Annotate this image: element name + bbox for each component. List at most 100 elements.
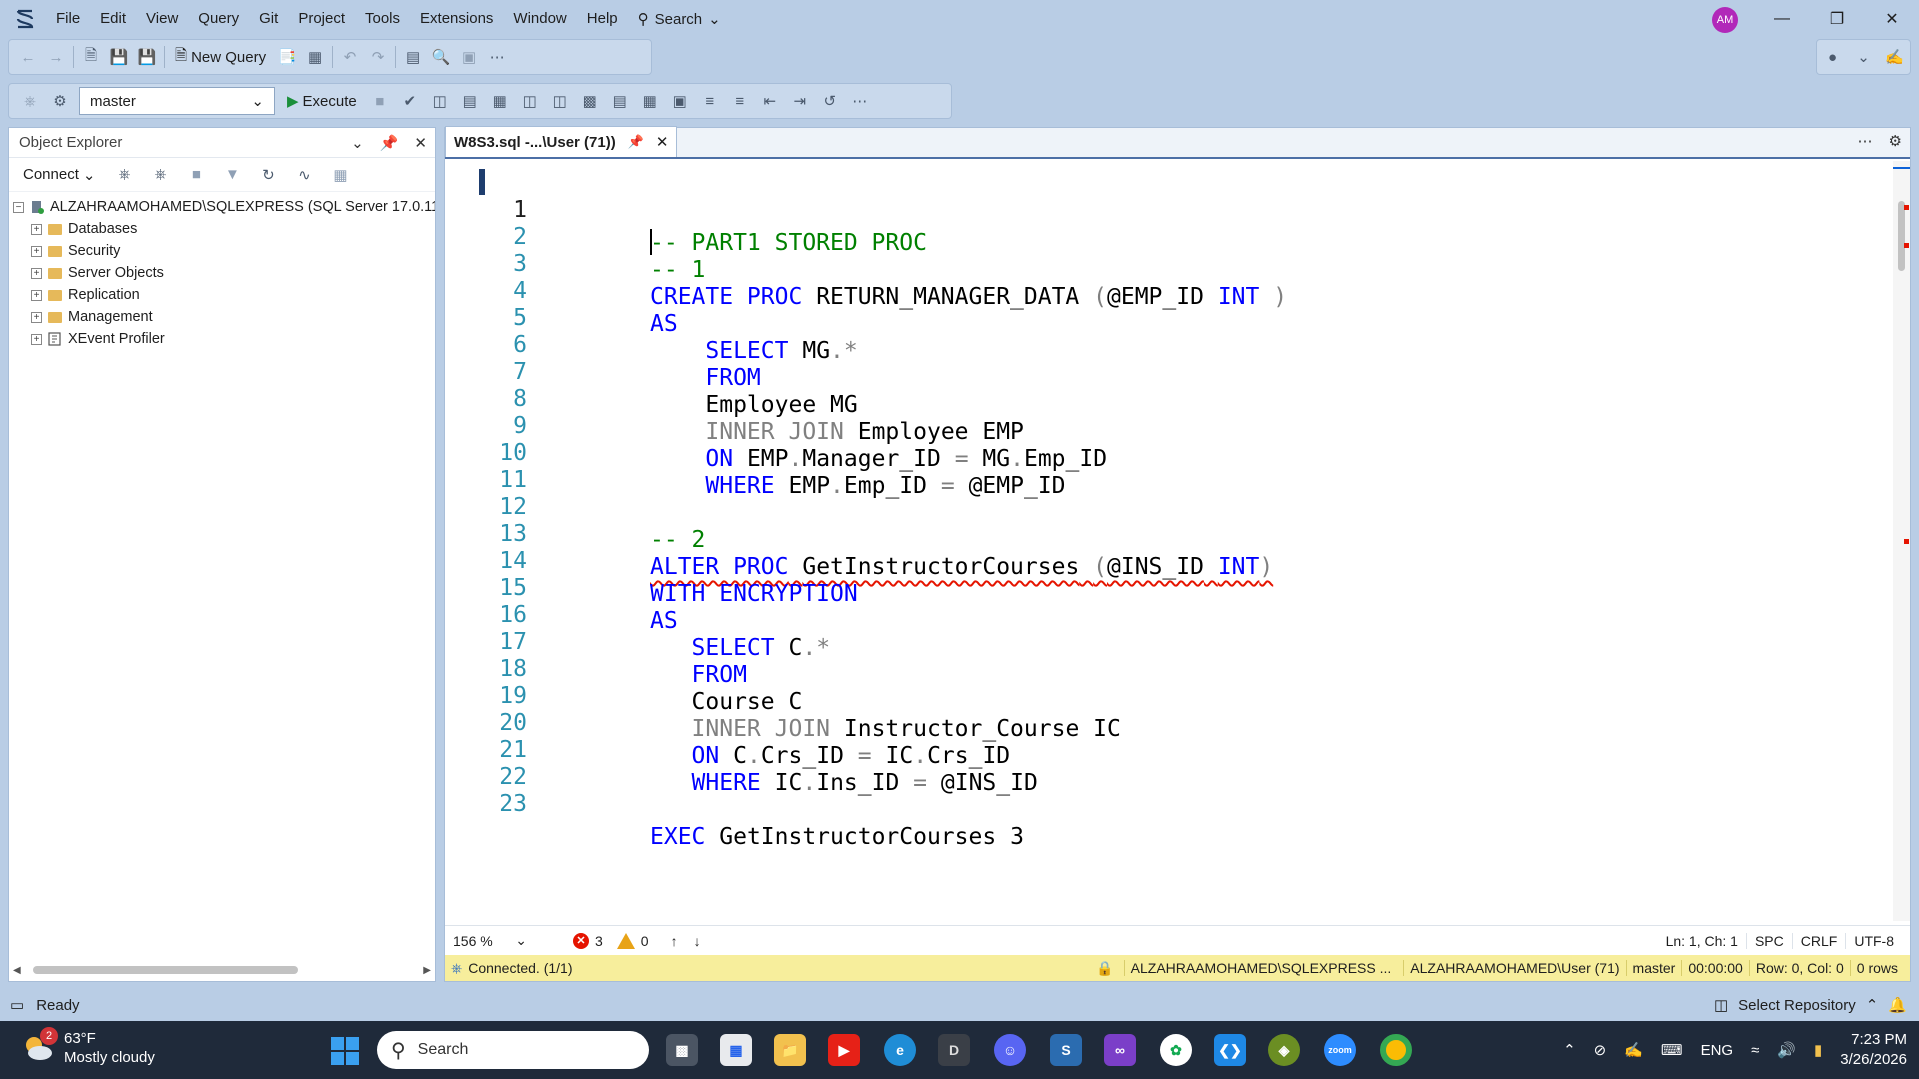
expand-icon[interactable]: + <box>31 245 42 257</box>
discord-icon[interactable]: ☺ <box>994 1034 1026 1066</box>
save-icon[interactable]: 💾 <box>108 46 130 68</box>
filter-icon[interactable]: ▼ <box>221 164 243 186</box>
dev-app-icon[interactable]: D <box>938 1034 970 1066</box>
analysis-icon[interactable]: ▦ <box>304 46 326 68</box>
file-explorer-icon[interactable]: 📁 <box>774 1034 806 1066</box>
vscode-icon[interactable]: ❮❯ <box>1214 1034 1246 1066</box>
vertical-scrollbar[interactable] <box>1893 161 1910 921</box>
undo-icon[interactable]: ↶ <box>339 46 361 68</box>
menu-project[interactable]: Project <box>288 0 355 38</box>
close-icon[interactable]: ✕ <box>414 134 427 152</box>
chevron-down-icon[interactable]: ⌄ <box>1853 46 1875 68</box>
close-icon[interactable]: ✕ <box>656 133 669 151</box>
ssms-app-icon[interactable]: S <box>1050 1034 1082 1066</box>
menu-file[interactable]: File <box>46 0 90 38</box>
output-icon[interactable]: ▣ <box>458 46 480 68</box>
clock[interactable]: 7:23 PM 3/26/2026 <box>1840 1030 1907 1070</box>
stop-icon[interactable]: ■ <box>185 164 207 186</box>
more-options-icon[interactable]: ⋯ <box>849 90 871 112</box>
tree-node-xevent-profiler[interactable]: + XEvent Profiler <box>9 328 435 350</box>
task-view-icon[interactable]: ▩ <box>666 1034 698 1066</box>
stop-icon[interactable]: ■ <box>369 90 391 112</box>
query-options-icon[interactable]: ▤ <box>459 90 481 112</box>
tree-server-node[interactable]: − ALZAHRAAMOHAMED\SQLEXPRESS (SQL Server… <box>9 196 435 218</box>
scrollbar-thumb[interactable] <box>1898 201 1905 271</box>
zoom-select[interactable]: 156 % ⌄ <box>453 932 533 949</box>
menu-tools[interactable]: Tools <box>355 0 410 38</box>
tree-node-management[interactable]: + Management <box>9 306 435 328</box>
summary-icon[interactable]: ▦ <box>329 164 351 186</box>
taskbar-search[interactable]: ⚲ Search <box>377 1031 649 1069</box>
results-text-icon[interactable]: ▤ <box>609 90 631 112</box>
warning-count[interactable]: 0 <box>616 932 649 949</box>
tree-node-security[interactable]: + Security <box>9 240 435 262</box>
arrow-down-icon[interactable]: ↓ <box>694 933 701 949</box>
forward-icon[interactable]: → <box>45 46 67 68</box>
redo-icon[interactable]: ↷ <box>367 46 389 68</box>
expand-icon[interactable]: + <box>31 289 42 301</box>
tree-node-server-objects[interactable]: + Server Objects <box>9 262 435 284</box>
comment-icon[interactable]: ≡ <box>699 90 721 112</box>
estimated-plan-icon[interactable]: ◫ <box>429 90 451 112</box>
edge-icon[interactable]: e <box>884 1034 916 1066</box>
tab-query-file[interactable]: W8S3.sql -...\User (71)) 📌 ✕ <box>445 126 678 157</box>
menu-view[interactable]: View <box>136 0 188 38</box>
battery-icon[interactable]: ▮ <box>1814 1041 1822 1059</box>
database-select[interactable]: master ⌄ <box>79 87 275 115</box>
error-marker[interactable] <box>1904 539 1909 544</box>
increase-indent-icon[interactable]: ⇥ <box>789 90 811 112</box>
close-window-button[interactable]: ✕ <box>1865 0 1919 38</box>
more-options-icon[interactable]: ⋯ <box>486 46 508 68</box>
expand-icon[interactable]: + <box>31 311 42 323</box>
zoom-icon[interactable]: zoom <box>1324 1034 1356 1066</box>
chevron-up-icon[interactable]: ⌃ <box>1866 996 1879 1014</box>
menu-git[interactable]: Git <box>249 0 288 38</box>
store-icon[interactable]: ▦ <box>720 1034 752 1066</box>
chevron-down-icon[interactable]: ⌄ <box>351 134 364 152</box>
change-connection-icon[interactable]: ⚙ <box>49 90 71 112</box>
whitespace-mode[interactable]: SPC <box>1745 932 1792 949</box>
pen-icon[interactable]: ✍ <box>1624 1041 1643 1059</box>
menu-edit[interactable]: Edit <box>90 0 136 38</box>
error-marker[interactable] <box>1904 205 1909 210</box>
minimize-button[interactable]: — <box>1755 0 1809 38</box>
language-indicator[interactable]: ENG <box>1701 1042 1734 1059</box>
expand-icon[interactable]: + <box>31 267 42 279</box>
refresh-icon[interactable]: ↻ <box>257 164 279 186</box>
menu-extensions[interactable]: Extensions <box>410 0 503 38</box>
mongodb-icon[interactable]: ✿ <box>1160 1034 1192 1066</box>
pin-icon[interactable]: 📌 <box>380 134 399 152</box>
cursor-position[interactable]: Ln: 1, Ch: 1 <box>1658 933 1746 949</box>
arrow-up-icon[interactable]: ↑ <box>671 933 678 949</box>
chevron-up-icon[interactable]: ⌃ <box>1563 1041 1576 1059</box>
specify-values-icon[interactable]: ↺ <box>819 90 841 112</box>
intellisense-icon[interactable]: ▦ <box>489 90 511 112</box>
notification-bell-icon[interactable]: 🔔 <box>1888 996 1907 1014</box>
new-file-icon[interactable]: 🗎 <box>80 46 102 68</box>
scroll-right-icon[interactable]: ▶ <box>423 965 431 976</box>
horizontal-scrollbar[interactable]: ◀ ▶ <box>13 963 433 977</box>
new-query-button[interactable]: 🗎 New Query <box>171 45 270 70</box>
plug-icon[interactable]: ⎈ <box>113 164 135 186</box>
client-stats-icon[interactable]: ▩ <box>579 90 601 112</box>
back-icon[interactable]: ← <box>17 46 39 68</box>
copilot-icon[interactable]: ● <box>1822 46 1844 68</box>
pin-icon[interactable]: 📌 <box>628 134 644 150</box>
menu-search[interactable]: ⚲ Search ⌄ <box>628 10 731 29</box>
avatar[interactable]: AM <box>1712 7 1738 33</box>
share-icon[interactable]: ✍ <box>1884 46 1906 68</box>
menu-query[interactable]: Query <box>188 0 249 38</box>
expand-icon[interactable]: + <box>31 333 42 345</box>
more-options-icon[interactable]: ⋯ <box>1858 132 1873 150</box>
query-icon[interactable]: 📑 <box>276 46 298 68</box>
tree-node-databases[interactable]: + Databases <box>9 218 435 240</box>
error-marker[interactable] <box>1904 243 1909 248</box>
activity-monitor-icon[interactable]: ▤ <box>402 46 424 68</box>
error-count[interactable]: ✕ 3 <box>573 932 603 949</box>
keyboard-icon[interactable]: ⌨ <box>1661 1041 1683 1059</box>
find-in-files-icon[interactable]: 🔍 <box>430 46 452 68</box>
gis-app-icon[interactable]: ◈ <box>1268 1034 1300 1066</box>
youtube-icon[interactable]: ▶ <box>828 1034 860 1066</box>
save-all-icon[interactable]: 💾 <box>136 46 158 68</box>
start-button[interactable] <box>331 1037 359 1065</box>
